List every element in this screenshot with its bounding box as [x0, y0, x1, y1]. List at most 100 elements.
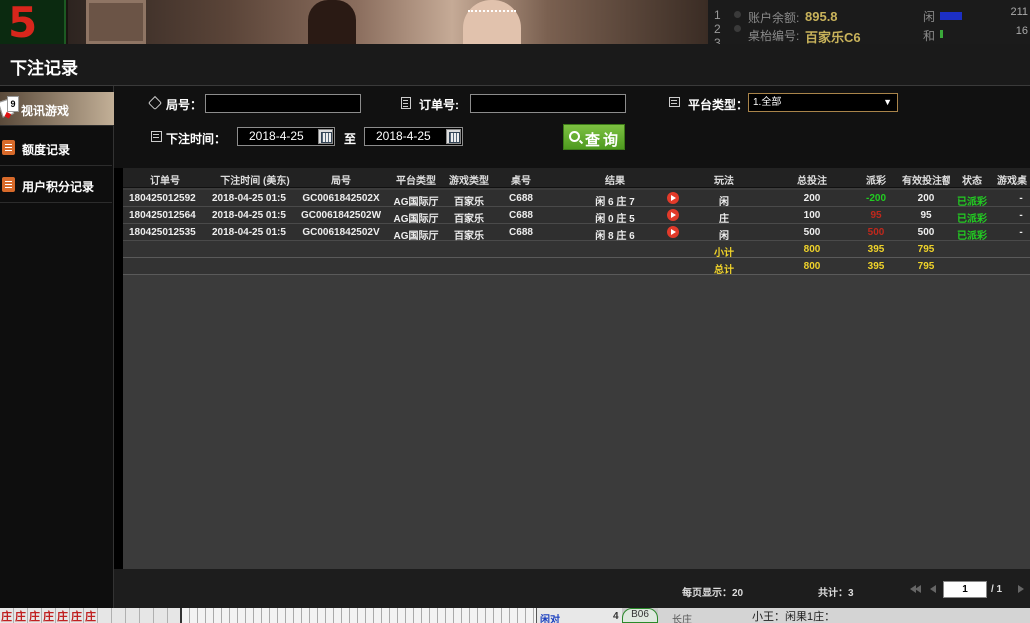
- sidebar: 9 视讯游戏 额度记录 用户积分记录: [0, 86, 128, 608]
- road-char: 庄: [57, 611, 68, 623]
- trend-label: 长庄: [672, 615, 692, 623]
- cell-platform: AG国际厅: [393, 197, 439, 208]
- col-game-type: 游戏类型: [449, 176, 489, 187]
- countdown-panel: 5: [0, 0, 66, 44]
- cell-play: 庄: [719, 214, 729, 225]
- sidebar-item-label: 用户积分记录: [22, 180, 95, 194]
- tiara-decoration: [468, 0, 516, 12]
- subtotal-row: 小计 800 395 795: [123, 241, 1030, 259]
- date-to-value: 2018-4-25: [376, 129, 431, 143]
- cell-time: 2018-04-25 01:5: [212, 210, 286, 221]
- player-label: 闲: [923, 10, 936, 24]
- col-play: 玩法: [714, 176, 734, 187]
- platform-select[interactable]: 1.全部 ▼: [748, 93, 898, 112]
- video-background: [86, 0, 146, 44]
- status-dot: [734, 25, 741, 32]
- list-icon: [669, 97, 680, 107]
- tie-label: 和: [923, 29, 936, 43]
- cell-total-bet: 500: [803, 227, 821, 238]
- first-page-icon[interactable]: [910, 584, 921, 594]
- table-row[interactable]: 180425012535 2018-04-25 01:5 GC006184250…: [123, 224, 1030, 242]
- cell-round: GC0061842502W: [300, 210, 382, 221]
- pair-label: 闲对: [540, 615, 560, 623]
- live-video-feed: [68, 0, 708, 44]
- cell-payout: 95: [870, 210, 882, 221]
- col-platform: 平台类型: [396, 176, 436, 187]
- cell-table: C688: [509, 193, 533, 204]
- total-row: 总计 800 395 795: [123, 258, 1030, 276]
- page-title: 下注记录: [10, 59, 78, 78]
- replay-play-icon[interactable]: [667, 209, 679, 221]
- cell-total-bet: 200: [803, 193, 821, 204]
- total-label: 总计: [714, 265, 734, 276]
- date-from-field[interactable]: 2018-4-25: [237, 127, 335, 146]
- prev-page-icon[interactable]: [928, 584, 938, 594]
- query-button[interactable]: 查询: [563, 124, 625, 150]
- road-char: 庄: [29, 611, 40, 623]
- date-picker-icon[interactable]: [318, 129, 333, 144]
- subtotal-payout: 395: [867, 244, 885, 255]
- pair-stats: 闲对 4: [536, 608, 622, 623]
- col-total-bet: 总投注: [797, 176, 827, 187]
- pagination-bar: 每页显示：20 共计：3 / 1: [114, 569, 1030, 608]
- col-status: 状态: [962, 176, 982, 187]
- road-char: 庄: [1, 611, 12, 623]
- balance-label: 账户余额:: [748, 11, 800, 25]
- page-total-label: / 1: [991, 584, 1003, 595]
- cell-play: 闲: [719, 197, 729, 208]
- query-button-label: 查询: [585, 132, 622, 149]
- platform-select-value: 1.全部: [753, 97, 782, 108]
- cell-game-table: -: [1019, 193, 1023, 204]
- cell-payout: -200: [865, 193, 886, 204]
- page-number-input[interactable]: [943, 581, 987, 598]
- playing-cards-icon: 9: [0, 96, 20, 119]
- tie-count: 16: [1015, 25, 1028, 37]
- cell-round: GC0061842502X: [302, 193, 380, 204]
- trend-panel: 长庄 小王：闲果1庄：: [658, 608, 1030, 623]
- replay-play-icon[interactable]: [667, 226, 679, 238]
- document-icon: [2, 140, 15, 155]
- total-payout: 395: [867, 261, 885, 272]
- table-row[interactable]: 180425012592 2018-04-25 01:5 GC006184250…: [123, 190, 1030, 208]
- cell-status: 已派彩: [957, 231, 987, 242]
- row-index: 3: [714, 36, 721, 44]
- col-table: 桌号: [511, 176, 531, 187]
- cell-payout: 500: [867, 227, 885, 238]
- countdown-number: 5: [8, 0, 38, 44]
- cell-total-bet: 100: [803, 210, 821, 221]
- sidebar-item-points-records[interactable]: 用户积分记录: [0, 167, 112, 203]
- date-to-field[interactable]: 2018-4-25: [364, 127, 463, 146]
- cell-status: 已派彩: [957, 214, 987, 225]
- date-picker-icon[interactable]: [446, 129, 461, 144]
- table-header: 订单号 下注时间 (美东) 局号 平台类型 游戏类型 桌号 结果 玩法 总投注 …: [123, 168, 1030, 188]
- sidebar-item-label: 视讯游戏: [21, 104, 70, 118]
- cell-result: 闲 6 庄 7: [595, 197, 635, 208]
- total-bet: 800: [803, 261, 821, 272]
- cell-game-table: -: [1019, 210, 1023, 221]
- row-index: 2: [714, 22, 721, 36]
- page-header: 下注记录: [0, 44, 1030, 86]
- sidebar-item-live-games[interactable]: 9 视讯游戏: [0, 92, 128, 126]
- replay-play-icon[interactable]: [667, 192, 679, 204]
- order-label: 订单号:: [419, 98, 459, 112]
- player-bar: [940, 12, 962, 20]
- table-row[interactable]: 180425012564 2018-04-25 01:5 GC006184250…: [123, 207, 1030, 225]
- king-label: 小王：闲果1庄：: [752, 611, 836, 623]
- card-rank: 9: [7, 96, 19, 112]
- shoe-badge: B06: [622, 608, 658, 623]
- order-input[interactable]: [470, 94, 626, 113]
- road-char: 庄: [15, 611, 26, 623]
- clipboard-icon: [401, 97, 411, 109]
- sidebar-item-credit-records[interactable]: 额度记录: [0, 130, 112, 166]
- cell-game-type: 百家乐: [454, 197, 484, 208]
- subtotal-label: 小计: [714, 248, 734, 259]
- per-page-label: 每页显示：20: [682, 588, 744, 599]
- cell-play: 闲: [719, 231, 729, 242]
- next-page-icon[interactable]: [1016, 584, 1026, 594]
- road-map-strip: 庄 庄 庄 庄 庄 庄 庄 闲对 4 B06 长庄 小王：闲果1庄：: [0, 608, 1030, 623]
- road-char: 庄: [85, 611, 96, 623]
- col-time: 下注时间 (美东): [220, 176, 290, 187]
- cell-order: 180425012535: [129, 227, 196, 238]
- round-input[interactable]: [205, 94, 361, 113]
- tag-icon: [147, 95, 163, 111]
